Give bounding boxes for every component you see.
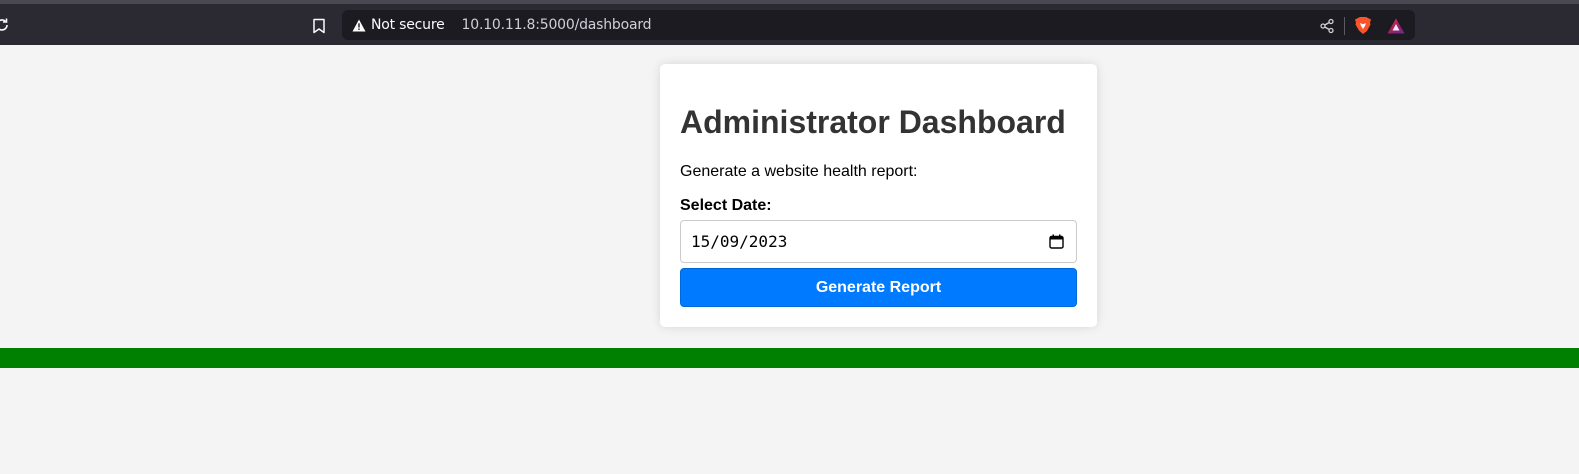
separator [1344, 16, 1345, 35]
generate-report-button[interactable]: Generate Report [680, 268, 1077, 307]
report-description: Generate a website health report: [680, 163, 918, 180]
brave-rewards-icon[interactable] [1387, 18, 1405, 34]
url-text[interactable]: 10.10.11.8:5000/dashboard [462, 17, 652, 33]
share-icon[interactable] [1319, 18, 1335, 34]
calendar-icon[interactable] [1049, 234, 1064, 249]
date-value[interactable]: 15/09/2023 [691, 232, 787, 251]
bookmark-icon[interactable] [312, 18, 326, 34]
status-bar [0, 348, 1579, 368]
page-title: Administrator Dashboard [680, 104, 1066, 140]
browser-toolbar: Not secure 10.10.11.8:5000/dashboard [0, 0, 1579, 45]
warning-icon[interactable] [352, 19, 366, 32]
date-input[interactable]: 15/09/2023 [680, 220, 1077, 263]
date-label: Select Date: [680, 197, 772, 214]
brave-shield-icon[interactable] [1354, 16, 1372, 35]
dashboard-card: Administrator Dashboard Generate a websi… [660, 64, 1097, 327]
address-bar-actions [1319, 16, 1405, 35]
address-bar[interactable]: Not secure 10.10.11.8:5000/dashboard [342, 10, 1415, 40]
security-label[interactable]: Not secure [371, 17, 445, 33]
reload-icon[interactable] [0, 17, 10, 33]
